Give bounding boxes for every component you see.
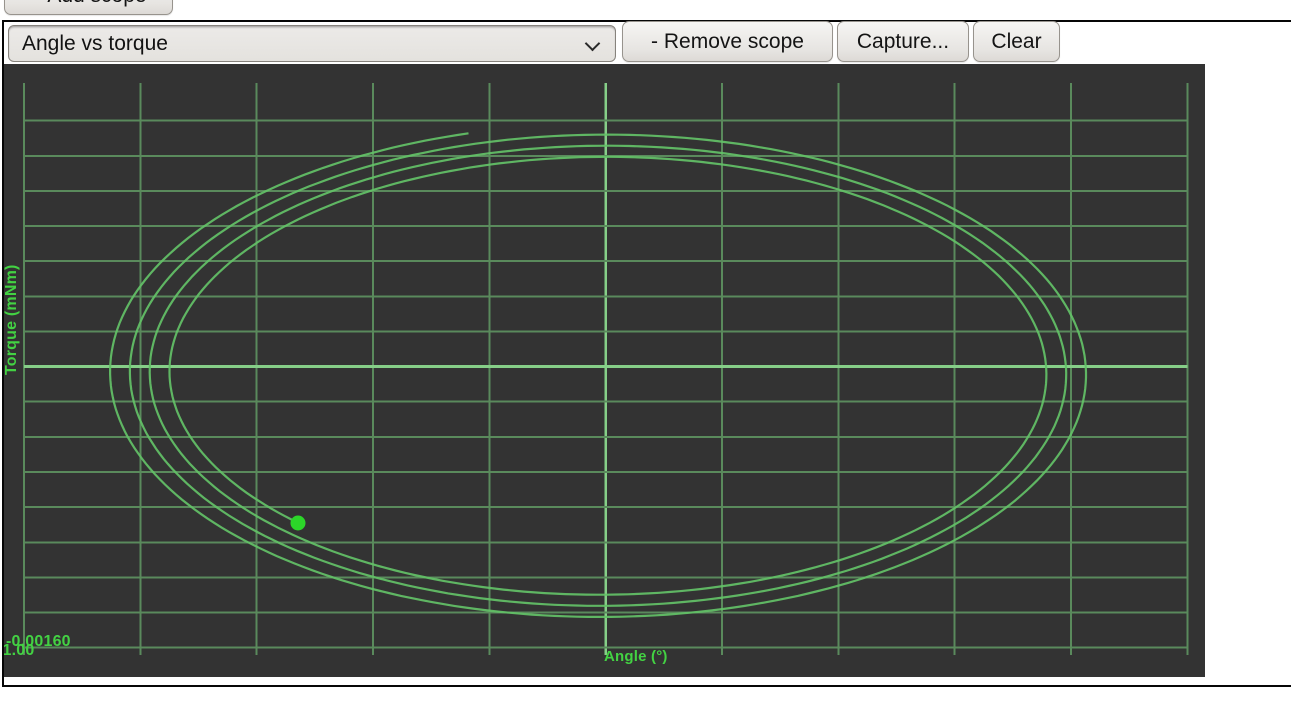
clear-button[interactable]: Clear — [973, 21, 1060, 62]
y-axis-label: Torque (mNm) — [4, 264, 20, 375]
current-point-marker — [290, 515, 306, 531]
capture-button[interactable]: Capture... — [837, 21, 969, 62]
capture-button-label: Capture... — [856, 29, 950, 53]
remove-scope-button[interactable]: - Remove scope — [622, 21, 833, 62]
chevron-down-icon — [586, 37, 598, 49]
x-axis-min-tick: -1.00 — [4, 642, 35, 659]
scope-trace-svg — [23, 83, 1189, 655]
add-scope-button-label: + Add scope — [30, 0, 146, 8]
scope-type-select-value: Angle vs torque — [22, 31, 168, 55]
scope-plot-canvas[interactable]: Angle (°) Torque (mNm) -0.00160 -1.00 — [4, 64, 1205, 677]
scope-type-select[interactable]: Angle vs torque — [8, 25, 616, 62]
remove-scope-button-label: - Remove scope — [651, 29, 804, 53]
clear-button-label: Clear — [991, 29, 1042, 53]
x-axis-label: Angle (°) — [604, 648, 668, 665]
add-scope-button[interactable]: + Add scope — [4, 0, 173, 15]
scope-page: + Add scope Angle vs torque - Remove sco… — [0, 0, 1291, 709]
